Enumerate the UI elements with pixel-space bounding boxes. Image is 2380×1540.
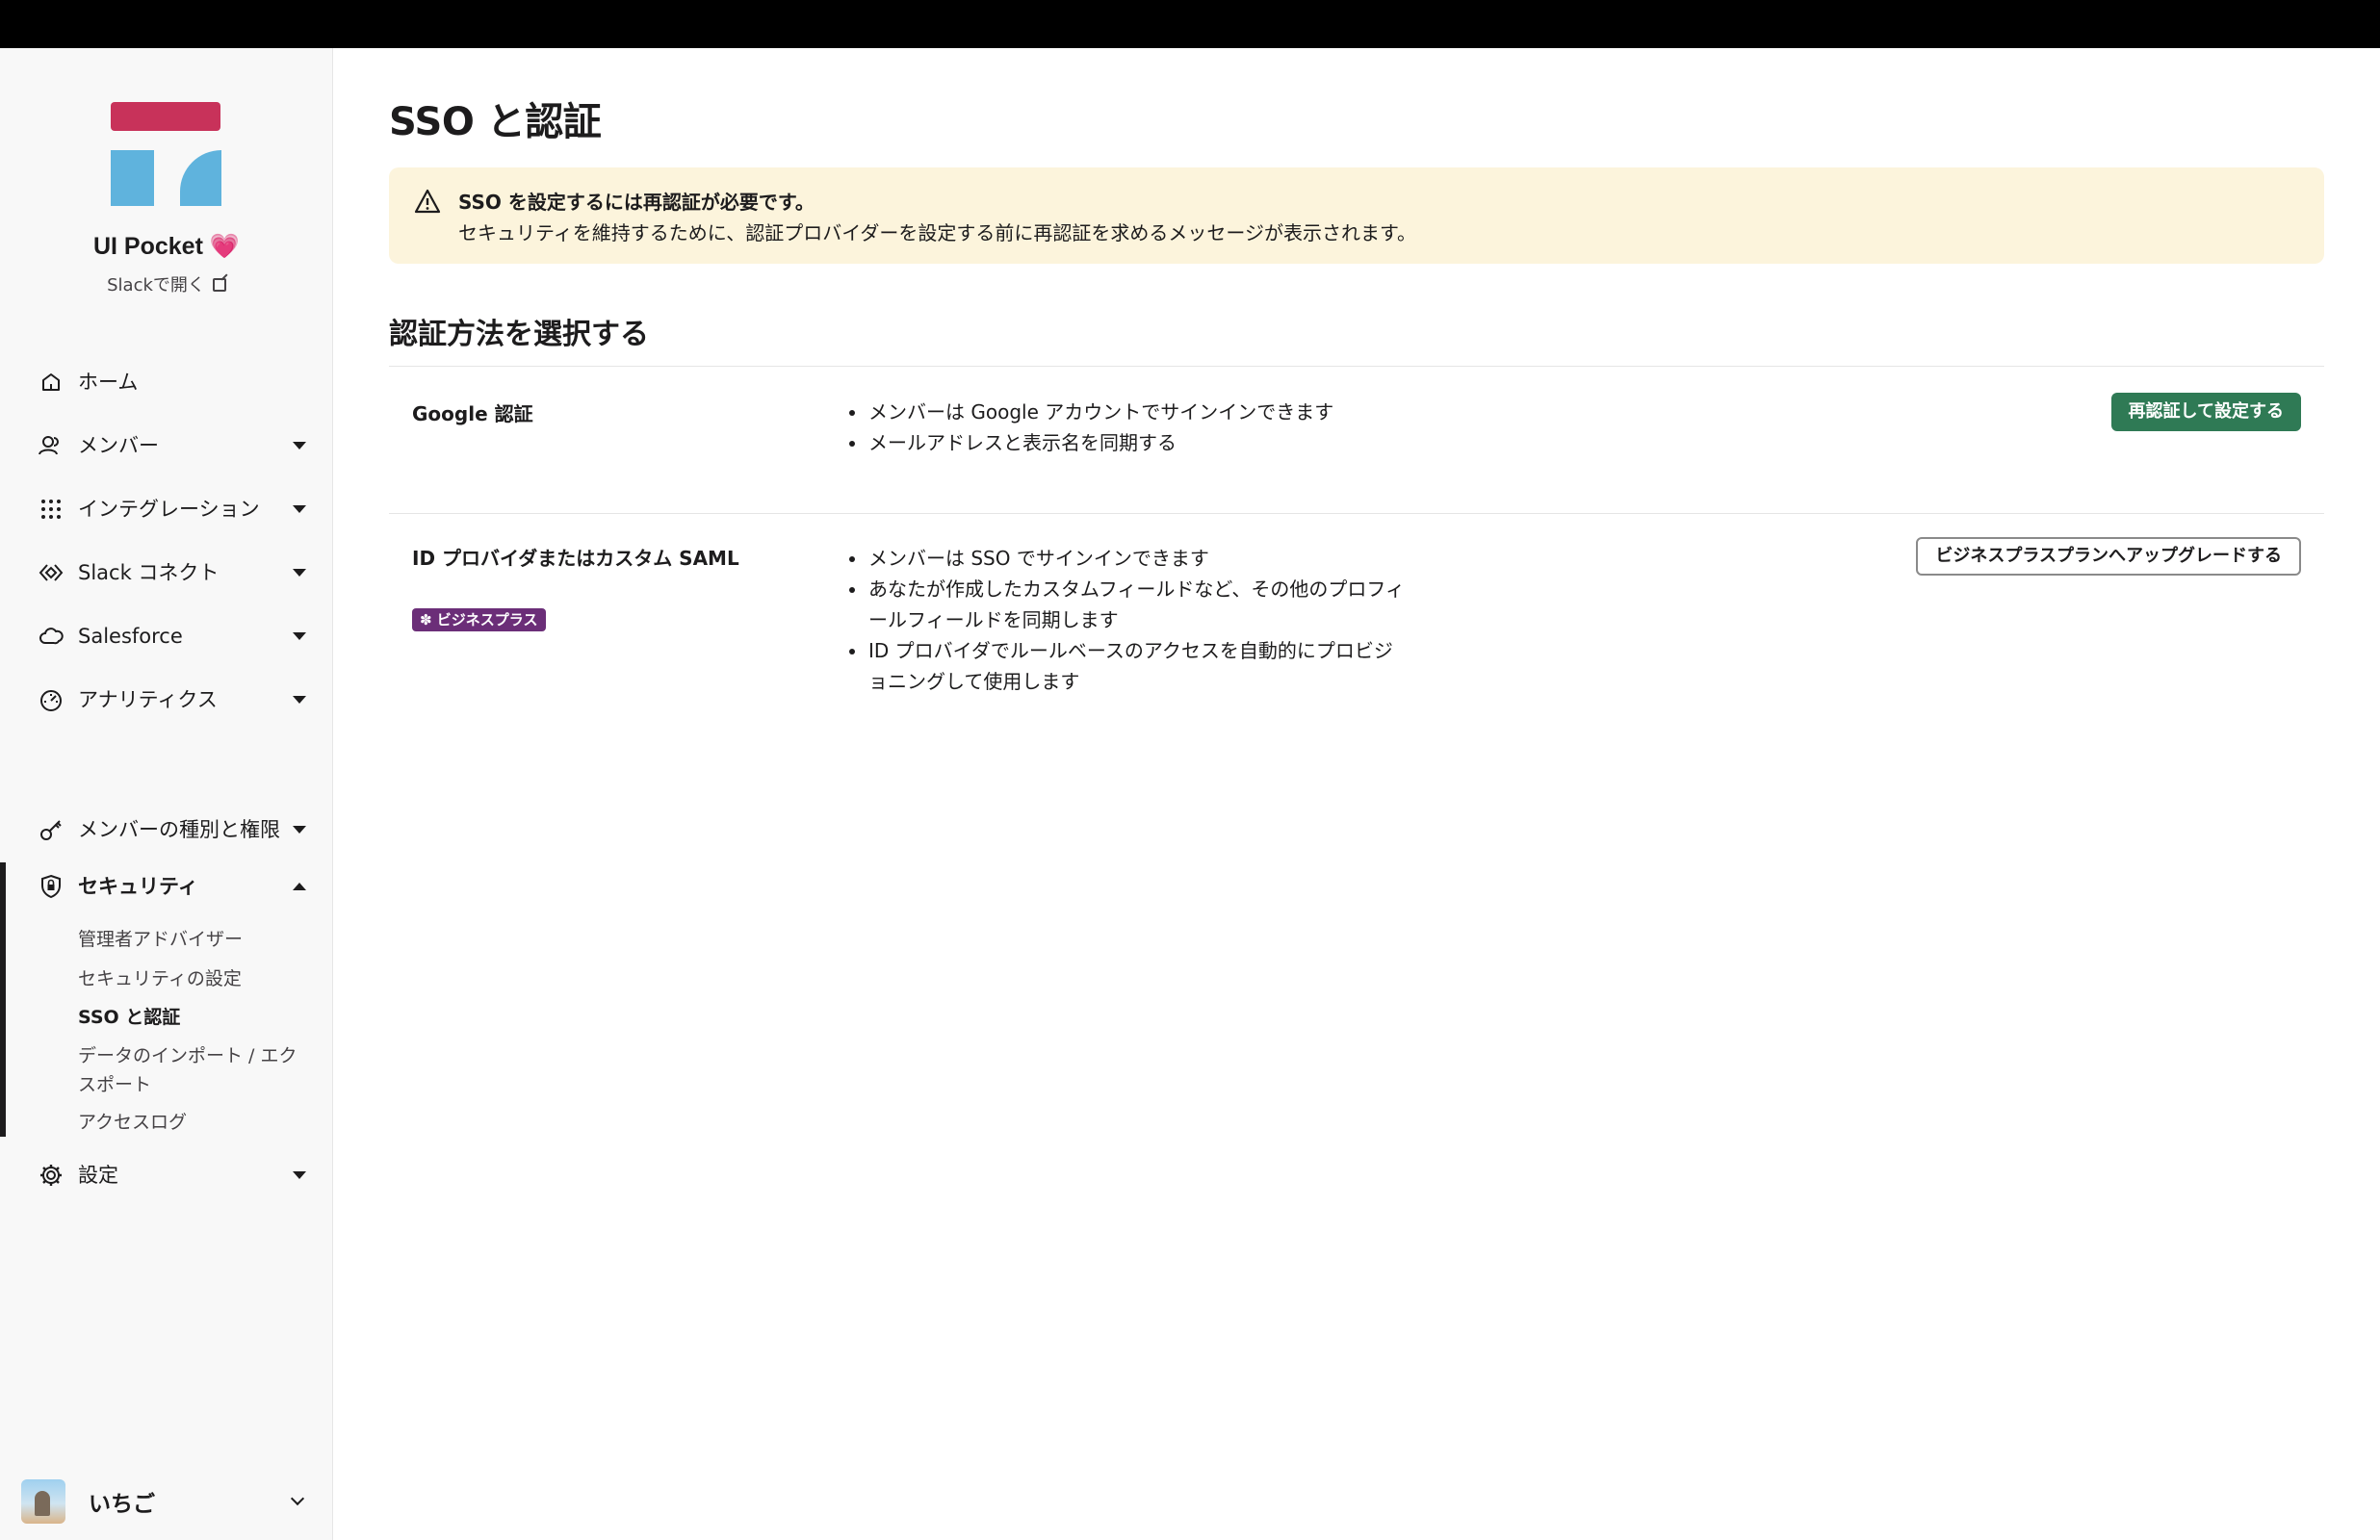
sub-item-security-settings[interactable]: セキュリティの設定	[78, 964, 309, 993]
chevron-down-icon	[293, 505, 306, 513]
saml-features: メンバーは SSO でサインインできます あなたが作成したカスタムフィールドなど…	[847, 543, 1406, 697]
section-title: 認証方法を選択する	[389, 318, 649, 351]
open-in-slack-label: Slackで開く	[107, 275, 205, 295]
nav-item-analytics[interactable]: アナリティクス	[0, 676, 333, 724]
nav-label: インテグレーション	[78, 498, 260, 521]
alert-body: セキュリティを維持するために、認証プロバイダーを設定する前に再認証を求めるメッセ…	[458, 221, 1416, 244]
business-plus-badge: ✽ ビジネスプラス	[412, 608, 546, 631]
nav-label: 設定	[78, 1164, 118, 1187]
warning-icon	[414, 189, 441, 214]
list-item: メンバーは Google アカウントでサインインできます	[847, 397, 1406, 427]
slack-connect-icon	[39, 560, 64, 585]
members-icon	[39, 433, 64, 458]
nav-item-slack-connect[interactable]: Slack コネクト	[0, 549, 333, 597]
home-icon	[39, 370, 64, 395]
workspace-name-text: UI Pocket	[92, 233, 203, 260]
reauth-alert: SSO を設定するには再認証が必要です。 セキュリティを維持するために、認証プロ…	[389, 167, 2324, 264]
list-item: メンバーは SSO でサインインできます	[847, 543, 1406, 574]
nav-item-integrations[interactable]: インテグレーション	[0, 485, 333, 533]
google-auth-title: Google 認証	[412, 402, 533, 425]
chevron-down-icon	[290, 1491, 305, 1506]
sparkle-icon: ✽	[420, 611, 437, 629]
user-name: いちご	[89, 1492, 155, 1517]
nav-label: アナリティクス	[78, 688, 218, 711]
list-item: ID プロバイダでルールベースのアクセスを自動的にプロビジョニングして使用します	[847, 635, 1406, 697]
nav-label: メンバー	[78, 434, 159, 457]
nav-item-salesforce[interactable]: Salesforce	[0, 612, 333, 660]
saml-title: ID プロバイダまたはカスタム SAML	[412, 547, 739, 570]
google-auth-features: メンバーは Google アカウントでサインインできます メールアドレスと表示名…	[847, 397, 1406, 458]
divider	[389, 513, 2324, 514]
nav-item-home[interactable]: ホーム	[0, 358, 333, 406]
list-item: あなたが作成したカスタムフィールドなど、その他のプロフィールフィールドを同期しま…	[847, 574, 1406, 635]
cloud-icon	[39, 624, 64, 649]
chevron-down-icon	[293, 1171, 306, 1179]
open-in-slack-link[interactable]: Slackで開く	[0, 271, 333, 296]
upgrade-business-plus-button[interactable]: ビジネスプラスプランへアップグレードする	[1916, 537, 2301, 576]
alert-title: SSO を設定するには再認証が必要です。	[458, 191, 815, 214]
sub-item-sso-auth[interactable]: SSO と認証	[78, 1003, 309, 1032]
reauth-configure-button[interactable]: 再認証して設定する	[2110, 393, 2301, 431]
gear-icon	[39, 1163, 64, 1188]
nav-label: Slack コネクト	[78, 561, 220, 584]
sub-item-access-logs[interactable]: アクセスログ	[78, 1108, 309, 1137]
key-icon	[39, 817, 64, 842]
nav-label: ホーム	[78, 371, 139, 394]
nav-label: メンバーの種別と権限	[78, 818, 280, 841]
list-item: メールアドレスと表示名を同期する	[847, 427, 1406, 458]
chevron-down-icon	[293, 826, 306, 834]
apps-grid-icon	[39, 497, 64, 522]
badge-label: ビジネスプラス	[436, 611, 538, 629]
sidebar: UI Pocket 💗 Slackで開く ホーム メンバー インテグレーション	[0, 48, 333, 1540]
divider	[389, 366, 2324, 367]
heart-icon: 💗	[209, 233, 241, 260]
top-bar	[0, 0, 2380, 48]
user-menu[interactable]: いちご	[21, 1478, 310, 1525]
shield-icon	[39, 874, 64, 899]
chevron-up-icon	[293, 883, 306, 890]
nav-label: セキュリティ	[78, 875, 198, 898]
sub-item-admin-advisor[interactable]: 管理者アドバイザー	[78, 925, 309, 954]
avatar	[21, 1479, 65, 1524]
chevron-down-icon	[293, 632, 306, 640]
nav-item-settings[interactable]: 設定	[0, 1151, 333, 1199]
nav-item-security[interactable]: セキュリティ	[0, 862, 333, 911]
chevron-down-icon	[293, 696, 306, 704]
chevron-down-icon	[293, 569, 306, 577]
workspace-name: UI Pocket 💗	[0, 233, 333, 261]
workspace-logo	[111, 102, 222, 214]
nav-item-member-types[interactable]: メンバーの種別と権限	[0, 795, 333, 864]
nav-item-members[interactable]: メンバー	[0, 422, 333, 470]
nav-label: Salesforce	[78, 625, 183, 648]
gauge-icon	[39, 687, 64, 712]
page-title: SSO と認証	[389, 100, 602, 144]
sub-item-data-import-export[interactable]: データのインポート / エクスポート	[78, 1041, 309, 1099]
external-link-icon	[212, 278, 226, 292]
chevron-down-icon	[293, 442, 306, 449]
